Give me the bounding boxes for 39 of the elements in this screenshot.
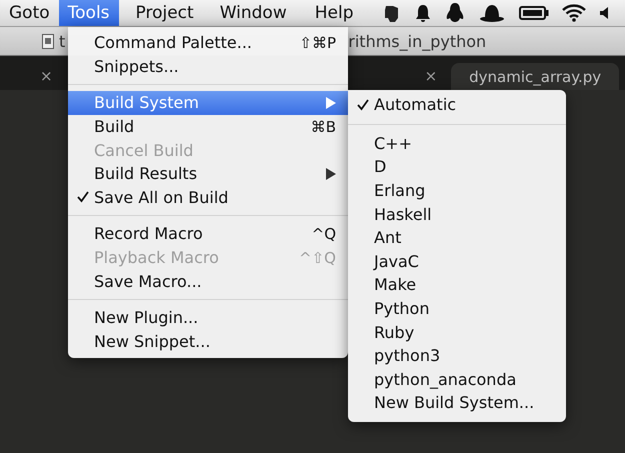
menu-item[interactable]: Make — [348, 273, 566, 297]
menu-item[interactable]: Save Macro... — [68, 269, 348, 293]
menu-title[interactable]: Tools — [58, 0, 119, 26]
menu-item[interactable]: Erlang — [348, 178, 566, 202]
menu-item[interactable]: New Build System... — [348, 391, 566, 415]
window-title: t — [59, 32, 66, 50]
menu-item[interactable]: New Snippet... — [68, 330, 348, 354]
menu-item[interactable]: Snippets... — [68, 54, 348, 78]
menu-item[interactable]: JavaC — [348, 250, 566, 274]
menu-item[interactable]: Build Results — [68, 162, 348, 186]
menu-item[interactable]: python3 — [348, 344, 566, 368]
bell-icon[interactable] — [414, 3, 432, 23]
menu-item[interactable]: Ant — [348, 226, 566, 250]
menu-item[interactable]: Build ⌘B — [68, 114, 348, 138]
window-title: rithms_in_python — [348, 32, 486, 50]
menu-item[interactable]: C++ — [348, 132, 566, 156]
menu-title[interactable]: Window — [210, 0, 296, 26]
menu-item[interactable]: Command Palette... ⇧⌘P — [68, 31, 348, 55]
menu-item[interactable]: Haskell — [348, 202, 566, 226]
wifi-icon[interactable] — [562, 4, 586, 22]
menu-item[interactable]: D — [348, 155, 566, 179]
menu-item[interactable]: New Plugin... — [68, 306, 348, 330]
close-tab-icon[interactable]: × — [424, 67, 438, 85]
menu-item[interactable]: Record Macro ^Q — [68, 222, 348, 246]
menu-item[interactable]: Build System — [68, 91, 348, 115]
menu-item[interactable]: Ruby — [348, 320, 566, 344]
document-icon — [42, 34, 54, 48]
menu-item[interactable]: Python — [348, 296, 566, 320]
penguin-icon[interactable] — [445, 2, 465, 24]
menu-title[interactable]: Goto — [0, 0, 59, 26]
menu-title[interactable]: Project — [126, 0, 203, 26]
menu-item[interactable]: python_anaconda — [348, 368, 566, 392]
menu-item[interactable]: Automatic — [348, 93, 566, 117]
hat-icon[interactable] — [478, 3, 506, 23]
battery-icon[interactable] — [519, 5, 549, 21]
menu-item[interactable]: Save All on Build — [68, 186, 348, 210]
editor-tab[interactable]: dynamic_array.py — [451, 63, 620, 90]
menu-title[interactable]: Help — [306, 0, 362, 26]
close-tab-icon[interactable]: × — [40, 67, 53, 85]
